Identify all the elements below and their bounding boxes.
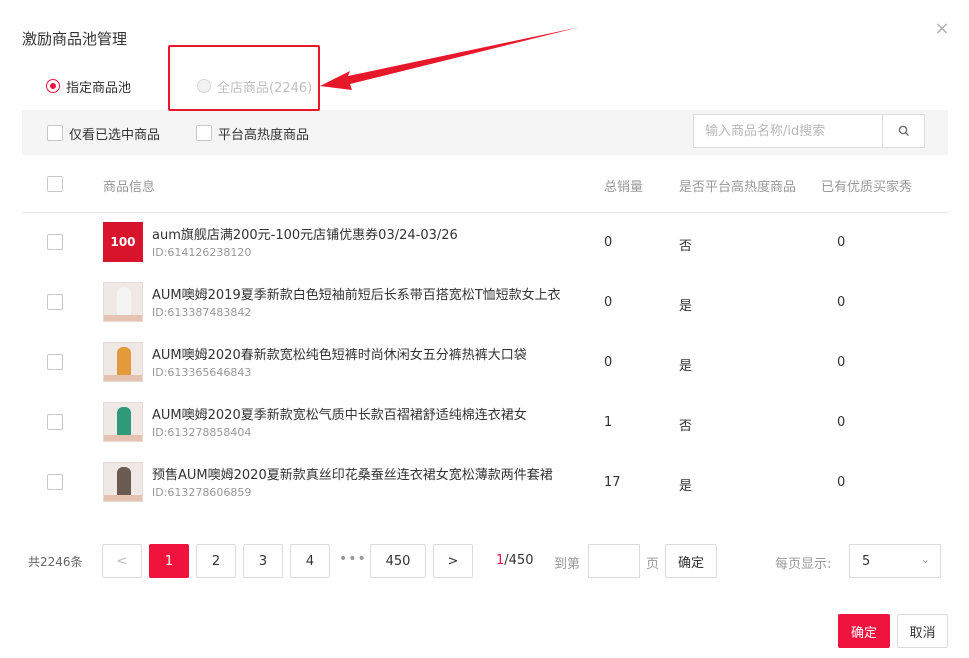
product-name[interactable]: AUM噢姆2020春新款宽松纯色短裤时尚休闲女五分裤热裤大口袋: [152, 344, 527, 363]
pagination-ellipsis: •••: [339, 551, 367, 567]
product-name[interactable]: aum旗舰店满200元-100元店铺优惠券03/24-03/26: [152, 224, 458, 243]
pool-manage-dialog: 激励商品池管理 × 指定商品池 全店商品(2246) 仅看已选中商品 平台高热度…: [0, 0, 969, 658]
chevron-down-icon: ⌄: [920, 553, 930, 566]
row-checkbox[interactable]: [47, 474, 63, 490]
product-thumbnail: [103, 342, 143, 382]
goto-unit: 页: [646, 557, 660, 572]
product-id: ID:613365646843: [152, 366, 252, 379]
product-thumbnail: [103, 462, 143, 502]
cancel-button[interactable]: 取消: [897, 614, 948, 648]
high-heat-flag: 是: [679, 299, 693, 314]
close-icon[interactable]: ×: [933, 20, 951, 38]
product-name[interactable]: AUM噢姆2020夏季新款宽松气质中长款百褶裙舒适纯棉连衣裙女: [152, 404, 527, 423]
product-figure: [117, 287, 131, 317]
high-heat-flag: 是: [679, 479, 693, 494]
table-row: AUM噢姆2020春新款宽松纯色短裤时尚休闲女五分裤热裤大口袋 ID:613365…: [22, 332, 948, 392]
total-sales: 0: [604, 295, 613, 310]
product-figure: [117, 347, 131, 377]
thumbnail-banner: [104, 315, 142, 321]
product-name[interactable]: 预售AUM噢姆2020夏新款真丝印花桑蚕丝连衣裙女宽松薄款两件套裙: [152, 464, 553, 483]
buyer-showcase-count: 0: [837, 295, 846, 310]
high-heat-flag: 否: [679, 239, 693, 254]
buyer-showcase-count: 0: [837, 475, 846, 490]
table-row: 预售AUM噢姆2020夏新款真丝印花桑蚕丝连衣裙女宽松薄款两件套裙 ID:6132…: [22, 452, 948, 512]
page-size-select[interactable]: 5 ⌄: [849, 544, 941, 578]
product-id: ID:614126238120: [152, 246, 252, 259]
product-figure: [117, 407, 131, 437]
page-indicator: 1/450: [496, 553, 533, 568]
page-button-3[interactable]: 3: [243, 544, 283, 578]
search-icon: [898, 125, 909, 136]
radio-checked-icon: [46, 79, 60, 93]
total-sales: 17: [604, 475, 621, 490]
product-id: ID:613278858404: [152, 426, 252, 439]
buyer-showcase-count: 0: [837, 355, 846, 370]
row-checkbox[interactable]: [47, 234, 63, 250]
product-id: ID:613387483842: [152, 306, 252, 319]
select-all-checkbox[interactable]: [47, 176, 63, 192]
search-button[interactable]: [883, 114, 925, 148]
table-row: AUM噢姆2019夏季新款白色短袖前短后长系带百搭宽松T恤短款女上衣 ID:613…: [22, 272, 948, 332]
search-input[interactable]: [693, 114, 883, 148]
column-total-sales: 总销量: [604, 180, 644, 195]
total-sales: 1: [604, 415, 613, 430]
table-header: 商品信息 总销量 是否平台高热度商品 已有优质买家秀: [22, 156, 948, 213]
coupon-value: 100: [110, 235, 136, 249]
table-row: AUM噢姆2020夏季新款宽松气质中长款百褶裙舒适纯棉连衣裙女 ID:613278…: [22, 392, 948, 452]
product-figure: [117, 467, 131, 497]
page-button-1[interactable]: 1: [149, 544, 189, 578]
high-heat-label: 平台高热度商品: [218, 127, 310, 143]
only-selected-label: 仅看已选中商品: [69, 127, 161, 143]
total-count: 共2246条: [28, 555, 83, 569]
high-heat-flag: 否: [679, 419, 693, 434]
radio-specified-pool-label: 指定商品池: [66, 80, 132, 96]
coupon-thumbnail: 100: [103, 222, 143, 262]
buyer-showcase-count: 0: [837, 235, 846, 250]
thumbnail-banner: [104, 495, 142, 501]
column-high-heat: 是否平台高热度商品: [679, 180, 797, 195]
table-row: 100 aum旗舰店满200元-100元店铺优惠券03/24-03/26 ID:61…: [22, 212, 948, 272]
total-sales: 0: [604, 355, 613, 370]
column-product-info: 商品信息: [103, 180, 156, 195]
prev-page-button[interactable]: <: [102, 544, 142, 578]
next-page-button[interactable]: >: [433, 544, 473, 578]
buyer-showcase-count: 0: [837, 415, 846, 430]
page-button-2[interactable]: 2: [196, 544, 236, 578]
goto-label: 到第: [554, 557, 581, 572]
product-thumbnail: [103, 402, 143, 442]
column-buyer-showcase: 已有优质买家秀: [821, 180, 913, 195]
page-count: /450: [504, 553, 534, 568]
filter-bar: 仅看已选中商品 平台高热度商品: [22, 110, 948, 155]
page-size-value: 5: [862, 553, 871, 569]
dialog-title: 激励商品池管理: [22, 30, 128, 48]
page-size-label: 每页显示:: [775, 557, 832, 572]
product-thumbnail: [103, 282, 143, 322]
radio-specified-pool[interactable]: 指定商品池: [46, 76, 131, 96]
checkbox[interactable]: [47, 125, 63, 141]
high-heat-flag: 是: [679, 359, 693, 374]
goto-page-input[interactable]: [588, 544, 640, 578]
row-checkbox[interactable]: [47, 414, 63, 430]
thumbnail-banner: [104, 435, 142, 441]
row-checkbox[interactable]: [47, 294, 63, 310]
confirm-button[interactable]: 确定: [838, 614, 890, 648]
product-name[interactable]: AUM噢姆2019夏季新款白色短袖前短后长系带百搭宽松T恤短款女上衣: [152, 284, 561, 303]
page-button-4[interactable]: 4: [290, 544, 330, 578]
high-heat-filter[interactable]: 平台高热度商品: [196, 124, 310, 143]
pagination: 共2246条 < 1 2 3 4 ••• 450 > 1/450 到第 页 确定…: [22, 544, 948, 578]
thumbnail-banner: [104, 375, 142, 381]
only-selected-filter[interactable]: 仅看已选中商品: [47, 124, 161, 143]
product-id: ID:613278606859: [152, 486, 252, 499]
checkbox[interactable]: [196, 125, 212, 141]
total-sales: 0: [604, 235, 613, 250]
annotation-highlight-box: [168, 45, 320, 111]
row-checkbox[interactable]: [47, 354, 63, 370]
page-button-last[interactable]: 450: [370, 544, 426, 578]
goto-confirm-button[interactable]: 确定: [665, 544, 717, 578]
